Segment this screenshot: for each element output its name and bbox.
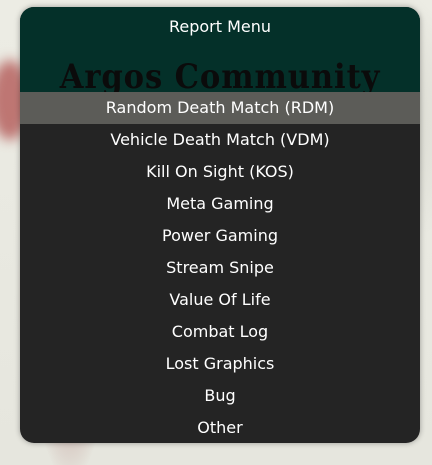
menu-item-combat-log[interactable]: Combat Log: [20, 316, 420, 348]
menu-item-kos[interactable]: Kill On Sight (KOS): [20, 156, 420, 188]
menu-item-stream-snipe[interactable]: Stream Snipe: [20, 252, 420, 284]
report-menu: Report Menu Argos Community Random Death…: [20, 7, 420, 443]
report-menu-header: Report Menu Argos Community: [20, 7, 420, 92]
menu-item-power-gaming[interactable]: Power Gaming: [20, 220, 420, 252]
menu-item-value-of-life[interactable]: Value Of Life: [20, 284, 420, 316]
menu-item-lost-graphics[interactable]: Lost Graphics: [20, 348, 420, 380]
community-logo: Argos Community: [59, 57, 381, 92]
menu-item-rdm[interactable]: Random Death Match (RDM): [20, 92, 420, 124]
menu-item-vdm[interactable]: Vehicle Death Match (VDM): [20, 124, 420, 156]
report-menu-title: Report Menu: [168, 17, 272, 36]
menu-item-other[interactable]: Other: [20, 412, 420, 443]
report-menu-list: Random Death Match (RDM) Vehicle Death M…: [20, 92, 420, 443]
menu-item-meta-gaming[interactable]: Meta Gaming: [20, 188, 420, 220]
menu-item-bug[interactable]: Bug: [20, 380, 420, 412]
